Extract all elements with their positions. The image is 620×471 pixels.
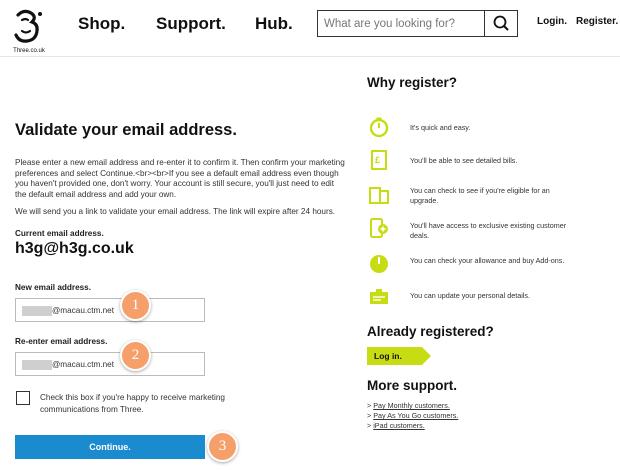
support-link-item: > iPad customers. [367,421,425,430]
expiry-note: We will send you a link to validate your… [15,207,336,216]
why-register-heading: Why register? [367,75,458,90]
benefit-text: You'll be able to see detailed bills. [410,156,518,165]
new-email-field[interactable]: @macau.ctm.net [15,298,205,322]
benefit-text: You can update your personal details. [410,291,531,300]
step-marker: 1 [120,290,151,321]
benefit-text: You can check to see if you're eligible … [410,186,550,205]
search-icon [493,15,509,31]
gauge-icon [370,255,388,273]
site-header: Three.co.uk Shop. Support. Hub. Login. R… [0,0,620,57]
payg-link[interactable]: Pay As You Go customers. [373,411,458,420]
search-input[interactable] [318,11,482,36]
nav-support[interactable]: Support. [156,14,226,34]
nav-hub[interactable]: Hub. [255,14,293,34]
header-register-link[interactable]: Register. [576,16,618,27]
benefit-text: You'll have access to exclusive existing… [410,221,567,240]
reenter-email-value: @macau.ctm.net [52,360,115,369]
support-links: > Pay Monthly customers. > Pay As You Go… [367,401,458,431]
continue-button[interactable]: Continue. [15,435,205,459]
bill-icon: £ [371,150,387,170]
new-email-label: New email address. [15,283,91,292]
stopwatch-icon [369,117,389,138]
step-marker: 2 [120,340,151,371]
redacted-block [22,306,52,316]
current-email-value: h3g@h3g.co.uk [15,240,134,257]
already-registered-heading: Already registered? [367,324,494,339]
more-support-heading: More support. [367,378,457,393]
header-login-link[interactable]: Login. [537,16,567,27]
sidebar-login-button[interactable]: Log in. [367,347,431,365]
three-logo-icon[interactable] [10,4,48,54]
benefit-text: You can check your allowance and buy Add… [410,256,565,265]
devices-icon [369,187,389,204]
sidebar-login-label: Log in. [374,351,402,361]
reenter-email-label: Re-enter email address. [15,337,108,346]
search-button[interactable] [484,11,517,36]
current-email-label: Current email address. [15,229,104,238]
ipad-link[interactable]: iPad customers. [373,421,425,430]
logo-caption: Three.co.uk [13,48,45,54]
new-email-value: @macau.ctm.net [52,306,115,315]
page-title: Validate your email address. [15,121,237,139]
redacted-block [22,360,52,370]
support-link-item: > Pay Monthly customers. [367,401,450,410]
support-link-item: > Pay As You Go customers. [367,411,459,420]
nav-shop[interactable]: Shop. [78,14,125,34]
reenter-email-field[interactable]: @macau.ctm.net [15,352,205,376]
benefit-text: It's quick and easy. [410,123,471,132]
pay-monthly-link[interactable]: Pay Monthly customers. [373,401,450,410]
phone-plus-icon [370,218,388,238]
svg-text:£: £ [375,155,380,165]
intro-text: Please enter a new email address and re-… [15,158,345,199]
marketing-checkbox[interactable] [16,391,30,405]
search-box [317,10,518,37]
step-marker: 3 [207,431,238,462]
marketing-checkbox-label: Check this box if you're happy to receiv… [40,393,225,414]
id-card-icon [370,289,388,304]
